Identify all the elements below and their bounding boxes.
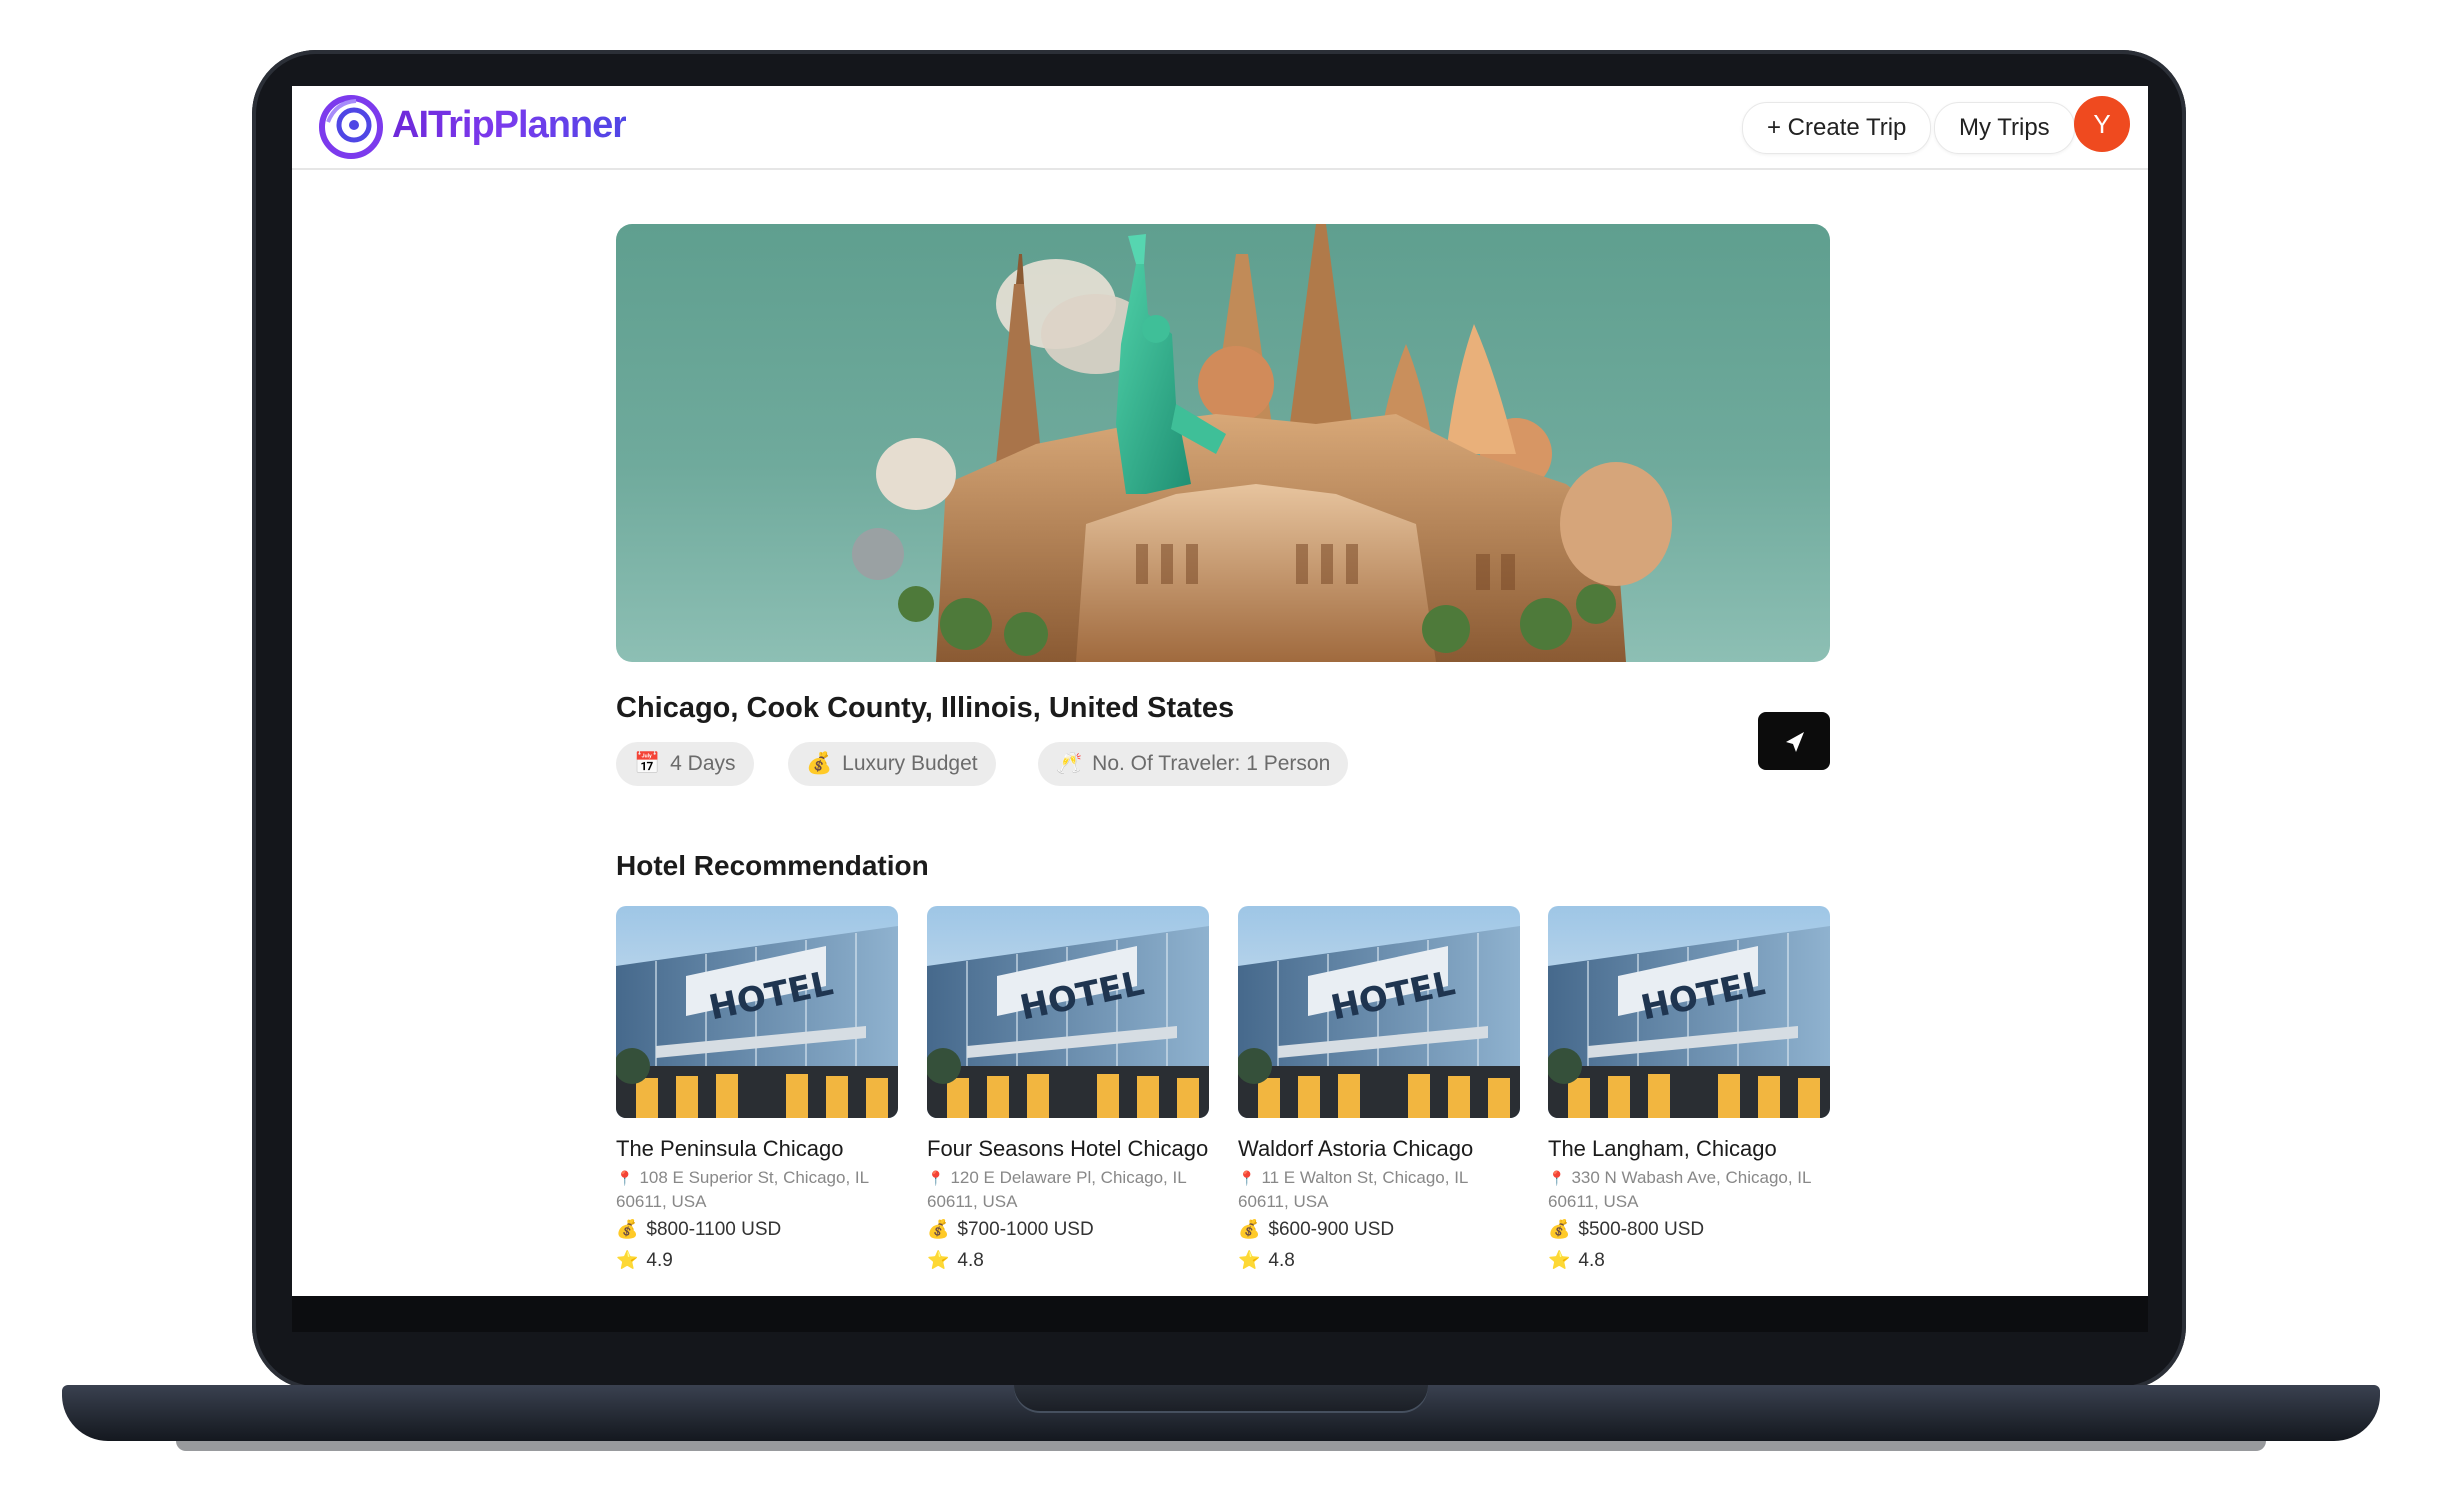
hotel-address: 📍 11 E Walton St, Chicago, IL 60611, USA [1238,1166,1520,1214]
travelers-chip-label: No. Of Traveler: 1 Person [1092,752,1331,775]
hotel-rating: ⭐ 4.8 [927,1245,1209,1276]
hotel-photo: HOTEL [616,906,898,1118]
hotel-address-text: 120 E Delaware Pl, Chicago, IL 60611, US… [927,1168,1187,1211]
budget-chip: 💰 Luxury Budget [788,742,996,786]
people-icon: 🥂 [1056,752,1083,775]
hotel-price-text: $800-1100 USD [646,1219,782,1240]
hotel-price: 💰 $600-900 USD [1238,1214,1520,1245]
money-icon: 💰 [927,1219,950,1239]
hotel-name: The Peninsula Chicago [616,1136,844,1161]
star-icon: ⭐ [616,1250,639,1270]
hotel-image[interactable]: HOTEL [1238,906,1520,1118]
hotel-image[interactable]: HOTEL [616,906,898,1118]
pin-icon: 📍 [1238,1170,1256,1186]
hotel-rating-text: 4.8 [1578,1250,1605,1271]
logo-text[interactable]: AITripPlanner [392,104,627,147]
screen: AITripPlanner + Create Trip My Trips Y C… [292,86,2148,1296]
pin-icon: 📍 [616,1170,634,1186]
hotel-name: Four Seasons Hotel Chicago [927,1136,1209,1161]
days-chip-label: 4 Days [670,752,736,775]
hotel-photo: HOTEL [1238,906,1520,1118]
hotel-address: 📍 120 E Delaware Pl, Chicago, IL 60611, U… [927,1166,1209,1214]
hotel-address-text: 330 N Wabash Ave, Chicago, IL 60611, USA [1548,1168,1811,1211]
trip-location-title: Chicago, Cook County, Illinois, United S… [616,692,1235,724]
hotel-address-text: 11 E Walton St, Chicago, IL 60611, USA [1238,1168,1468,1211]
hotel-price-text: $600-900 USD [1268,1219,1395,1240]
avatar[interactable]: Y [2074,96,2130,152]
hotel-section-title: Hotel Recommendation [616,850,929,881]
logo-icon[interactable] [316,92,386,162]
hotel-rating-text: 4.9 [646,1250,673,1271]
hotel-card[interactable]: HOTEL The Peninsula Chicago 📍 108 E Super… [616,906,898,1276]
money-bag-icon: 💰 [806,752,833,775]
budget-chip-label: Luxury Budget [842,752,978,775]
hotel-card[interactable]: HOTEL The Langham, Chicago 📍 330 N Wabash… [1548,906,1830,1276]
hotel-card[interactable]: HOTEL Waldorf Astoria Chicago 📍 11 E Walt… [1238,906,1520,1276]
my-trips-button[interactable]: My Trips [1934,102,2075,154]
pin-icon: 📍 [1548,1170,1566,1186]
hotel-address: 📍 108 E Superior St, Chicago, IL 60611, U… [616,1166,898,1214]
landmarks-illustration [852,224,1672,662]
hero-image [616,224,1830,662]
hotel-price: 💰 $500-800 USD [1548,1214,1830,1245]
hotel-price: 💰 $800-1100 USD [616,1214,898,1245]
send-icon [1786,732,1804,752]
hotel-card[interactable]: HOTEL Four Seasons Hotel Chicago 📍 120 E … [927,906,1209,1276]
hotel-rating-text: 4.8 [1268,1250,1295,1271]
hotel-address: 📍 330 N Wabash Ave, Chicago, IL 60611, US… [1548,1166,1830,1214]
laptop-shadow [176,1441,2266,1451]
hotel-photo: HOTEL [1548,906,1830,1118]
star-icon: ⭐ [1548,1250,1571,1270]
hotel-image[interactable]: HOTEL [1548,906,1830,1118]
hotel-rating: ⭐ 4.8 [1548,1245,1830,1276]
laptop-hinge-notch [1014,1385,1428,1413]
hotel-rating: ⭐ 4.8 [1238,1245,1520,1276]
hotel-rating-text: 4.8 [957,1250,984,1271]
money-icon: 💰 [616,1219,639,1239]
hotel-name: The Langham, Chicago [1548,1136,1777,1161]
hotel-price-text: $500-800 USD [1578,1219,1705,1240]
share-button[interactable] [1758,712,1830,770]
money-icon: 💰 [1238,1219,1261,1239]
hotel-image[interactable]: HOTEL [927,906,1209,1118]
money-icon: 💰 [1548,1219,1571,1239]
hotel-rating: ⭐ 4.9 [616,1245,898,1276]
hotel-photo: HOTEL [927,906,1209,1118]
laptop-bezel [292,1296,2148,1332]
hotel-price-text: $700-1000 USD [957,1219,1094,1240]
star-icon: ⭐ [927,1250,950,1270]
hotel-price: 💰 $700-1000 USD [927,1214,1209,1245]
days-chip: 📅 4 Days [616,742,754,786]
header: AITripPlanner + Create Trip My Trips Y [292,86,2148,170]
calendar-icon: 📅 [634,752,661,775]
hotel-name: Waldorf Astoria Chicago [1238,1136,1474,1161]
travelers-chip: 🥂 No. Of Traveler: 1 Person [1038,742,1349,786]
hotel-address-text: 108 E Superior St, Chicago, IL 60611, US… [616,1168,869,1211]
star-icon: ⭐ [1238,1250,1261,1270]
pin-icon: 📍 [927,1170,945,1186]
create-trip-button[interactable]: + Create Trip [1742,102,1932,154]
